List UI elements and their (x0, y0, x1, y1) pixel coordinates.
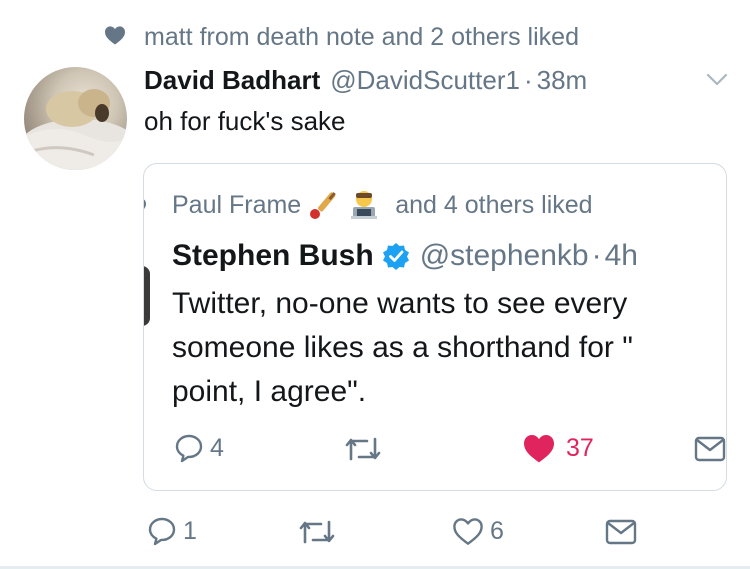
quoted-text-line: Twitter, no-one wants to see every (172, 287, 628, 320)
quoted-author-handle[interactable]: @stephenkb (420, 239, 589, 273)
quoted-avatar (144, 266, 150, 326)
chevron-down-icon[interactable] (706, 72, 728, 88)
author-handle[interactable]: @DavidScutter1 (330, 65, 520, 96)
like-button[interactable]: 6 (452, 516, 504, 546)
quoted-tweet-header: Stephen Bush @stephenkb · 4h (172, 234, 638, 278)
tweet-header: David Badhart @DavidScutter1 · 38m (144, 60, 587, 100)
quoted-dm-button[interactable] (694, 435, 726, 463)
separator-dot: · (591, 239, 602, 272)
reply-count: 1 (183, 516, 197, 545)
heart-icon (144, 196, 150, 216)
heart-filled-icon (522, 433, 556, 463)
quoted-social-name[interactable]: Paul Frame (172, 191, 301, 220)
quoted-like-button[interactable]: 37 (522, 433, 594, 463)
quoted-text-line: point, I agree". (172, 375, 367, 408)
avatar[interactable] (24, 67, 127, 170)
retweet-icon (298, 518, 336, 546)
dog-photo-icon (24, 89, 127, 170)
author-name[interactable]: David Badhart (144, 65, 320, 96)
reply-icon (147, 516, 177, 546)
social-context: matt from death note and 2 others liked (104, 20, 579, 54)
separator-dot: · (523, 64, 533, 95)
dm-button[interactable] (605, 518, 637, 546)
quoted-reply-count: 4 (210, 433, 224, 462)
social-context-text: matt from death note and 2 others liked (144, 22, 579, 51)
quoted-tweet[interactable]: Paul Frame and 4 others liked Stephen Bu… (143, 163, 727, 491)
cricket-emoji-icon (307, 188, 341, 222)
quoted-like-count: 37 (566, 433, 594, 462)
timestamp[interactable]: 38m (537, 65, 588, 96)
tweet-text: oh for fuck's sake (144, 106, 346, 136)
mail-icon (694, 435, 726, 463)
retweet-button[interactable] (298, 518, 336, 546)
reply-icon (174, 433, 204, 463)
quoted-text-line: someone likes as a shorthand for " (172, 331, 633, 364)
verified-badge-icon (382, 242, 410, 270)
like-count: 6 (490, 516, 504, 545)
quoted-social-suffix: and 4 others liked (395, 190, 593, 219)
quoted-action-bar: 4 37 (144, 429, 726, 471)
heart-outline-icon (452, 516, 484, 546)
quoted-retweet-button[interactable] (344, 435, 382, 463)
quoted-reply-button[interactable]: 4 (174, 433, 224, 463)
quoted-timestamp[interactable]: 4h (605, 239, 638, 273)
quoted-social-context: Paul Frame and 4 others liked (172, 186, 593, 224)
retweet-icon (344, 435, 382, 463)
mail-icon (605, 518, 637, 546)
heart-icon (104, 23, 126, 52)
quoted-author-name[interactable]: Stephen Bush (172, 239, 374, 273)
reply-button[interactable]: 1 (147, 516, 197, 546)
quoted-tweet-text: Twitter, no-one wants to see every someo… (172, 282, 633, 414)
technologist-emoji-icon (347, 188, 381, 222)
tweet-action-bar: 1 6 (0, 510, 750, 552)
